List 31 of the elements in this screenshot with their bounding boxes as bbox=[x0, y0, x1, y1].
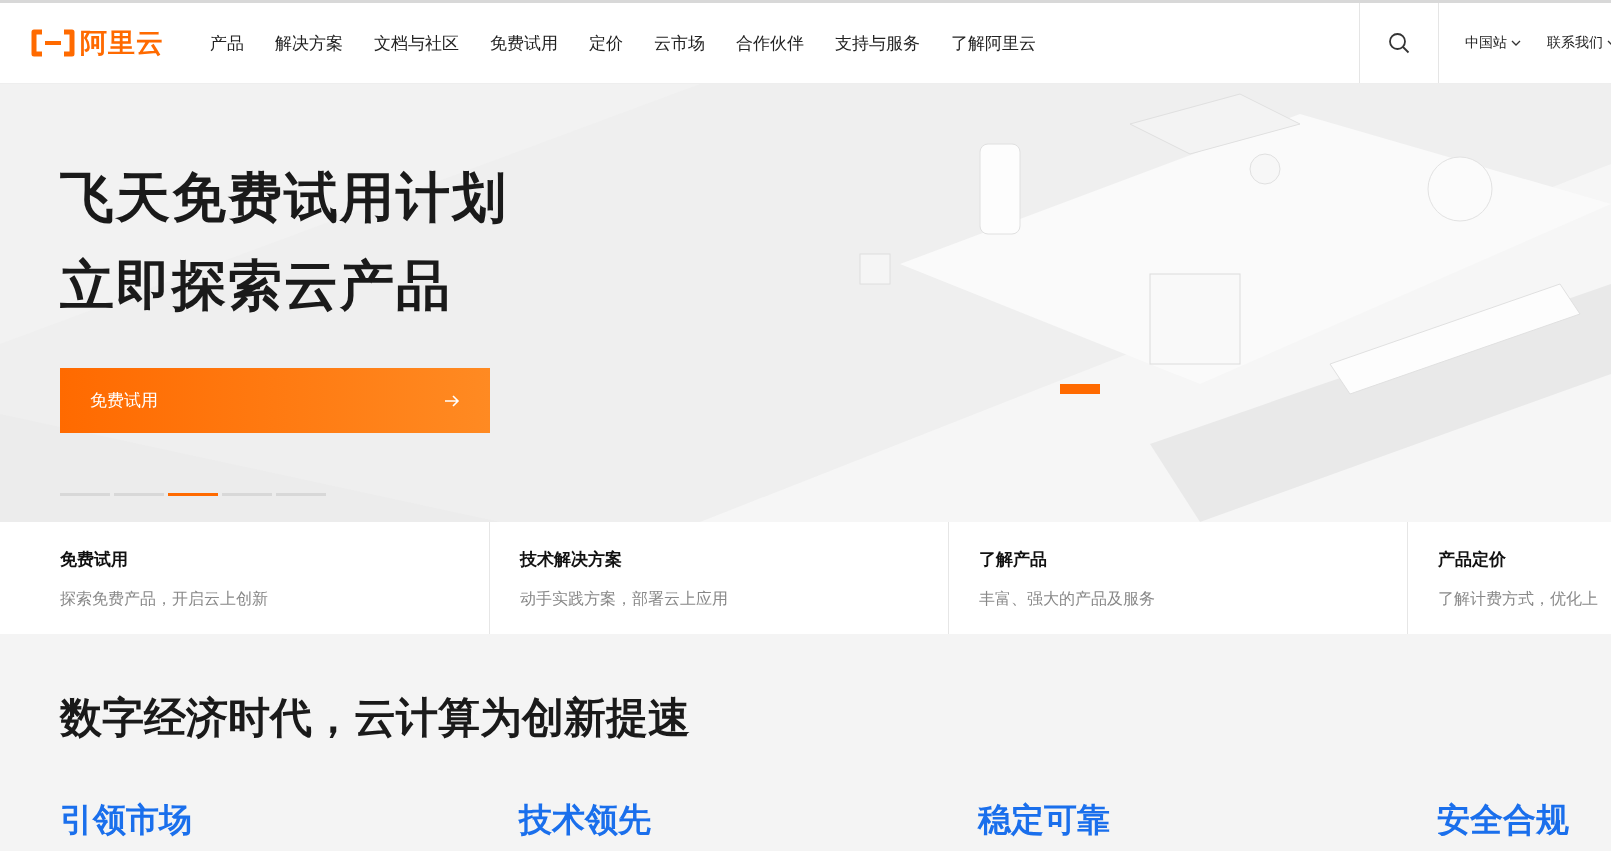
logo-icon[interactable] bbox=[30, 29, 76, 57]
link-subtitle: 探索免费产品，开启云上创新 bbox=[60, 589, 268, 610]
nav-item[interactable]: 定价 bbox=[588, 31, 623, 55]
carousel-indicator[interactable] bbox=[168, 493, 218, 496]
feature-title: 技术领先 bbox=[519, 800, 651, 839]
feature-title: 稳定可靠 bbox=[978, 800, 1110, 839]
nav-item[interactable]: 支持与服务 bbox=[834, 31, 920, 55]
link-subtitle: 了解计费方式，优化上 bbox=[1438, 589, 1598, 610]
nav-item[interactable]: 了解阿里云 bbox=[950, 31, 1036, 55]
caret-icon bbox=[1511, 39, 1521, 47]
arrow-icon bbox=[444, 393, 460, 408]
nav-item[interactable]: 免费试用 bbox=[489, 31, 558, 55]
link-title[interactable]: 技术解决方案 bbox=[520, 548, 622, 571]
feature-title: 引领市场 bbox=[60, 800, 192, 839]
search-icon[interactable] bbox=[1388, 32, 1410, 54]
nav-item[interactable]: 合作伙伴 bbox=[735, 31, 804, 55]
contact-link[interactable]: 联系我们 bbox=[1547, 34, 1603, 52]
section-heading: 数字经济时代，云计算为创新提速 bbox=[60, 692, 690, 744]
nav-item[interactable]: 解决方案 bbox=[274, 31, 343, 55]
nav-item[interactable]: 云市场 bbox=[653, 31, 705, 55]
feature-title: 安全合规 bbox=[1437, 800, 1569, 839]
link-subtitle: 动手实践方案，部署云上应用 bbox=[520, 589, 728, 610]
link-title[interactable]: 产品定价 bbox=[1438, 548, 1506, 571]
hero-title: 飞天免费试用计划 bbox=[60, 165, 508, 231]
link-subtitle: 丰富、强大的产品及服务 bbox=[979, 589, 1155, 610]
link-title[interactable]: 了解产品 bbox=[979, 548, 1047, 571]
link-title[interactable]: 免费试用 bbox=[60, 548, 128, 571]
nav-item[interactable]: 文档与社区 bbox=[373, 31, 459, 55]
hero-title: 立即探索云产品 bbox=[60, 253, 452, 319]
site-selector[interactable]: 中国站 bbox=[1465, 34, 1507, 52]
nav-item[interactable]: 产品 bbox=[209, 31, 244, 55]
